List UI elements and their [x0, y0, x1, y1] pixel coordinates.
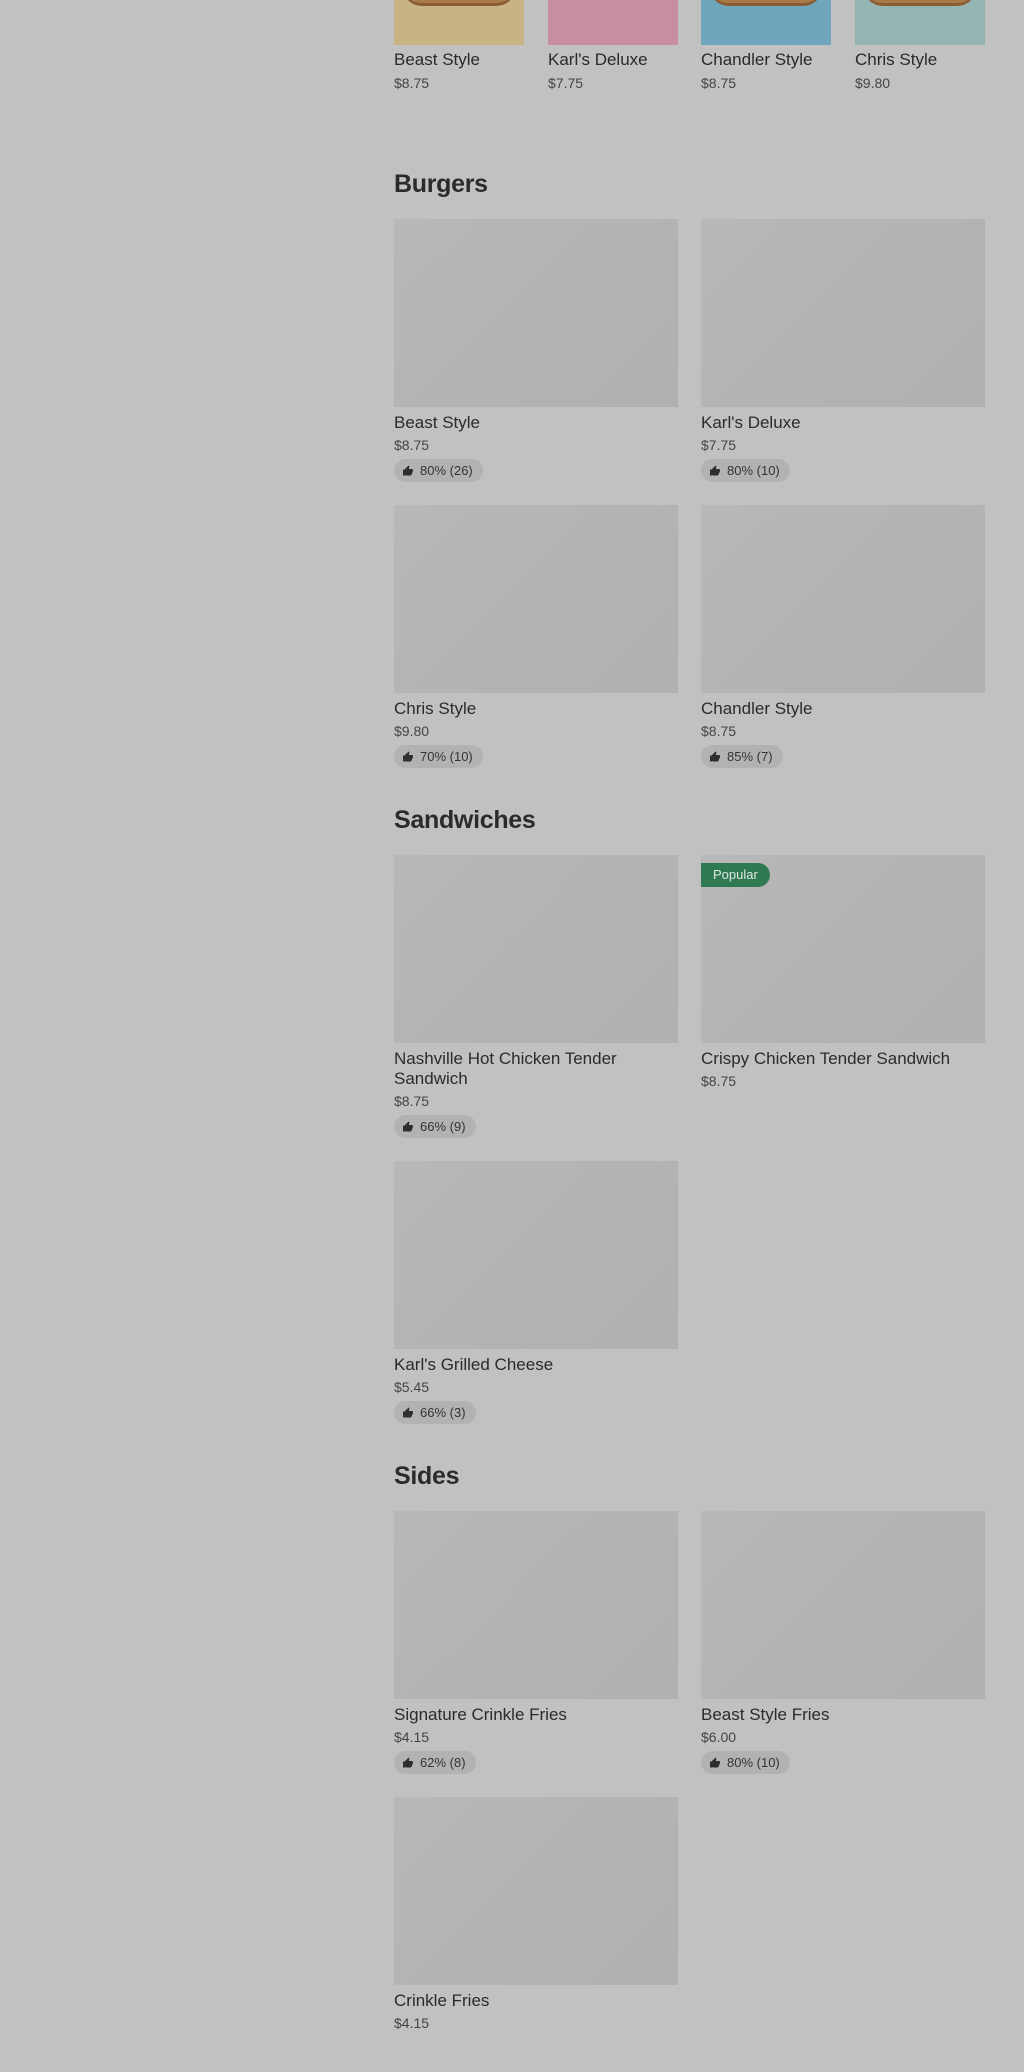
- carousel-item[interactable]: Chris Style $9.80: [855, 0, 985, 91]
- rating-text: 66% (3): [420, 1405, 466, 1420]
- thumbs-up-icon: [710, 1757, 720, 1767]
- rating-pill: 66% (3): [394, 1401, 476, 1424]
- menu-item-name: Signature Crinkle Fries: [394, 1705, 567, 1724]
- section-title-burgers: Burgers: [394, 170, 488, 198]
- menu-item-card[interactable]: Karl's Grilled Cheese $5.45 66% (3): [394, 1161, 678, 1424]
- section-title-sandwiches: Sandwiches: [394, 806, 536, 834]
- rating-pill: 62% (8): [394, 1751, 476, 1774]
- thumbs-up-icon: [403, 751, 413, 761]
- menu-item-name: Chandler Style: [701, 699, 813, 718]
- menu-item-image: [394, 505, 678, 693]
- menu-item-name: Nashville Hot Chicken Tender Sandwich: [394, 1049, 617, 1088]
- menu-item-image: [394, 855, 678, 1043]
- rating-pill: 80% (10): [701, 459, 790, 482]
- menu-item-price: $8.75: [701, 723, 737, 739]
- carousel-item[interactable]: Karl's Deluxe $7.75: [548, 0, 678, 91]
- featured-carousel: Beast Style $8.75 Karl's Deluxe $7.75 Ch…: [394, 0, 1024, 95]
- menu-item-image: [701, 505, 985, 693]
- menu-item-name: Crinkle Fries: [394, 1991, 490, 2010]
- menu-item-card[interactable]: Chris Style $9.80 70% (10): [394, 505, 678, 768]
- menu-item-price: $8.75: [701, 1073, 737, 1089]
- thumbs-up-icon: [403, 465, 413, 475]
- carousel-item-name: Chandler Style: [701, 50, 813, 69]
- menu-item-image: [701, 1511, 985, 1699]
- thumbs-up-icon: [403, 1121, 413, 1131]
- menu-item-price: $9.80: [394, 723, 430, 739]
- rating-text: 70% (10): [420, 749, 473, 764]
- rating-pill: 66% (9): [394, 1115, 476, 1138]
- menu-item-card[interactable]: Beast Style Fries $6.00 80% (10): [701, 1511, 985, 1774]
- carousel-item-price: $8.75: [701, 75, 737, 91]
- carousel-item-price: $9.80: [855, 75, 891, 91]
- menu-item-price: $5.45: [394, 1379, 430, 1395]
- rating-text: 80% (10): [727, 1755, 780, 1770]
- rating-text: 66% (9): [420, 1119, 466, 1134]
- menu-item-card[interactable]: Signature Crinkle Fries $4.15 62% (8): [394, 1511, 678, 1774]
- menu-item-name: Beast Style Fries: [701, 1705, 830, 1724]
- carousel-item[interactable]: Beast Style $8.75: [394, 0, 524, 91]
- rating-text: 80% (10): [727, 463, 780, 478]
- carousel-item[interactable]: Chandler Style $8.75: [701, 0, 831, 91]
- rating-pill: 80% (10): [701, 1751, 790, 1774]
- menu-item-name: Beast Style: [394, 413, 480, 432]
- menu-item-image: [701, 219, 985, 407]
- menu-item-name: Crispy Chicken Tender Sandwich: [701, 1049, 951, 1068]
- carousel-item-image: [855, 0, 985, 45]
- menu-item-card[interactable]: Crinkle Fries $4.15: [394, 1797, 678, 2031]
- menu-item-name: Karl's Grilled Cheese: [394, 1355, 554, 1374]
- menu-item-image: [394, 1797, 678, 1985]
- menu-item-image: [394, 1161, 678, 1349]
- carousel-item-price: $7.75: [548, 75, 584, 91]
- carousel-item-name: Beast Style: [394, 50, 480, 69]
- rating-text: 85% (7): [727, 749, 773, 764]
- rating-text: 62% (8): [420, 1755, 466, 1770]
- thumbs-up-icon: [710, 751, 720, 761]
- carousel-item-image: [548, 0, 678, 45]
- section-title-sides: Sides: [394, 1462, 460, 1490]
- menu-item-image: [394, 1511, 678, 1699]
- menu-item-price: $7.75: [701, 437, 737, 453]
- carousel-item-image: [394, 0, 524, 45]
- rating-pill: 85% (7): [701, 745, 783, 768]
- carousel-item-image: [701, 0, 831, 45]
- menu-item-card[interactable]: Nashville Hot Chicken Tender Sandwich $8…: [394, 855, 678, 1138]
- thumbs-up-icon: [403, 1407, 413, 1417]
- carousel-item-name: Karl's Deluxe: [548, 50, 648, 69]
- menu-item-name: Karl's Deluxe: [701, 413, 801, 432]
- rating-pill: 70% (10): [394, 745, 483, 768]
- rating-text: 80% (26): [420, 463, 473, 478]
- menu-item-card[interactable]: Popular Crispy Chicken Tender Sandwich $…: [701, 855, 985, 1089]
- menu-item-price: $8.75: [394, 1093, 430, 1109]
- menu-item-price: $4.15: [394, 2015, 430, 2031]
- thumbs-up-icon: [710, 465, 720, 475]
- thumbs-up-icon: [403, 1757, 413, 1767]
- rating-pill: 80% (26): [394, 459, 483, 482]
- menu-item-name: Chris Style: [394, 699, 477, 718]
- menu-item-price: $8.75: [394, 437, 430, 453]
- carousel-item-name: Chris Style: [855, 50, 938, 69]
- carousel-item-price: $8.75: [394, 75, 430, 91]
- menu-item-price: $6.00: [701, 1729, 737, 1745]
- menu-item-price: $4.15: [394, 1729, 430, 1745]
- menu-item-card[interactable]: Beast Style $8.75 80% (26): [394, 219, 678, 482]
- menu-item-image: [394, 219, 678, 407]
- menu-item-card[interactable]: Karl's Deluxe $7.75 80% (10): [701, 219, 985, 482]
- popular-badge: Popular: [701, 863, 770, 887]
- menu-item-card[interactable]: Chandler Style $8.75 85% (7): [701, 505, 985, 768]
- menu-item-image: Popular: [701, 855, 985, 1043]
